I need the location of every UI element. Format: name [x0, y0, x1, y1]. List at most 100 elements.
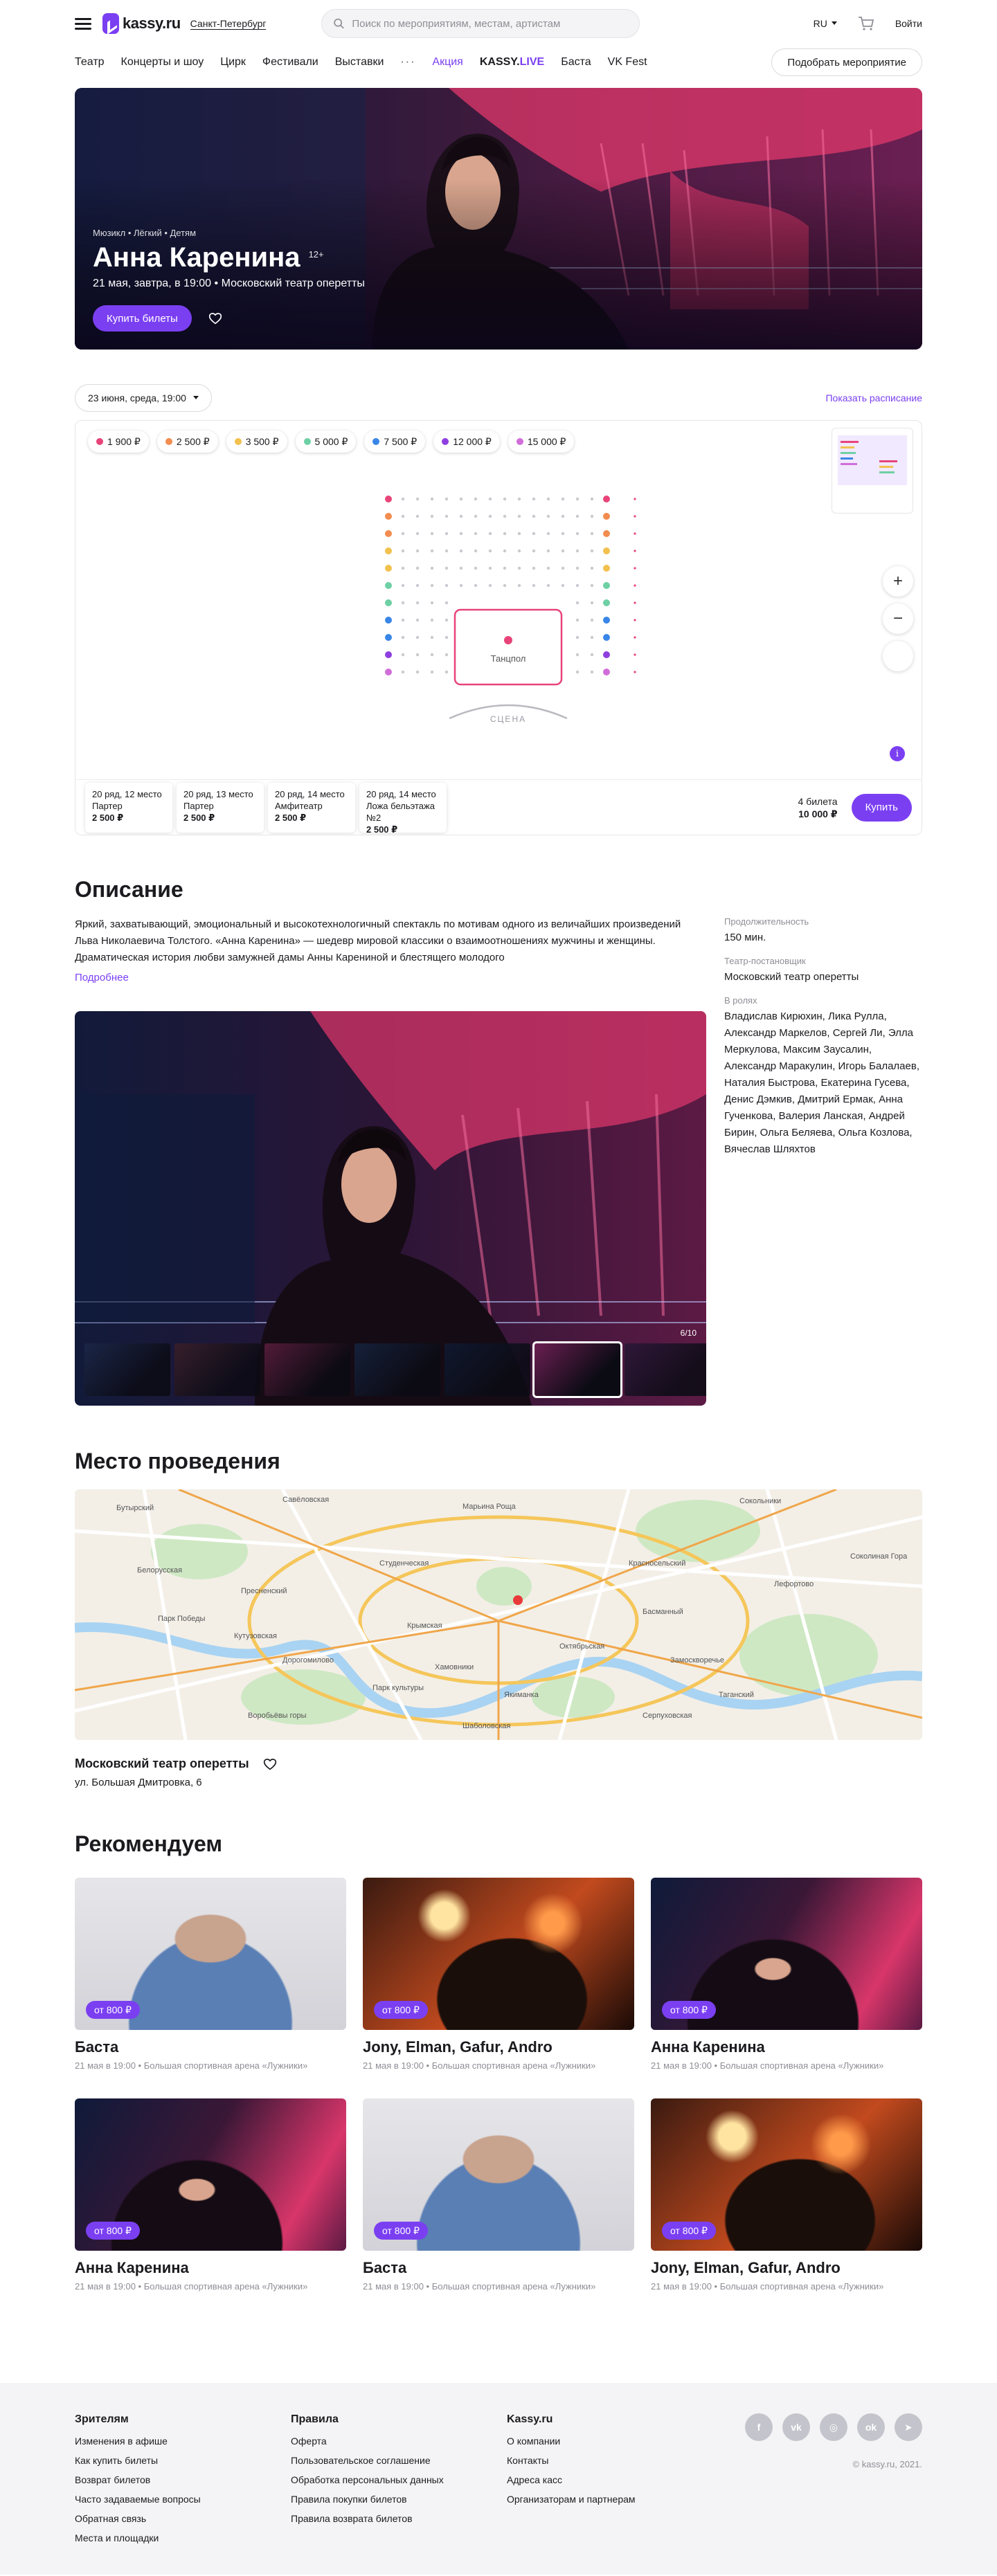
seat[interactable] — [546, 549, 550, 553]
telegram-icon[interactable]: ➤ — [895, 2413, 922, 2441]
nav-item-kassy-live[interactable]: KASSY.LIVE — [480, 56, 544, 69]
vk-icon[interactable]: vk — [782, 2413, 810, 2441]
seat[interactable] — [503, 532, 507, 536]
seat[interactable] — [430, 583, 434, 588]
seat[interactable] — [430, 635, 434, 640]
cart-icon[interactable] — [858, 16, 874, 31]
footer-link[interactable]: Адреса касс — [507, 2474, 723, 2485]
seat[interactable] — [488, 566, 492, 570]
seat[interactable] — [474, 532, 478, 536]
seat[interactable] — [603, 651, 610, 658]
seat[interactable] — [575, 653, 580, 657]
venue-map[interactable]: Бутырский Савёловская Марьина Роща Сокольни… — [75, 1489, 922, 1740]
seat[interactable] — [415, 618, 420, 622]
seat[interactable] — [590, 514, 594, 518]
seat[interactable] — [415, 497, 420, 501]
seat[interactable] — [385, 530, 392, 537]
seat[interactable] — [575, 583, 580, 588]
seat[interactable] — [603, 530, 610, 537]
event-card-title[interactable]: Jony, Elman, Gafur, Andro — [651, 2259, 922, 2277]
seat[interactable] — [503, 549, 507, 553]
seat[interactable] — [503, 583, 507, 588]
seat[interactable] — [444, 635, 449, 640]
pick-event-button[interactable]: Подобрать мероприятие — [771, 48, 922, 76]
seat[interactable] — [415, 566, 420, 570]
seat[interactable] — [444, 566, 449, 570]
seat[interactable] — [546, 497, 550, 501]
seat[interactable] — [459, 583, 463, 588]
seat[interactable] — [444, 549, 449, 553]
seat[interactable] — [517, 566, 521, 570]
seat[interactable] — [532, 532, 536, 536]
seat[interactable] — [385, 547, 392, 554]
seat[interactable] — [444, 653, 449, 657]
heart-icon[interactable] — [208, 312, 222, 325]
event-card-title[interactable]: Анна Каренина — [651, 2038, 922, 2056]
event-card[interactable]: от 800 ₽ Анна Каренина 21 мая в 19:00 • Бо… — [651, 1878, 922, 2071]
seat[interactable] — [459, 497, 463, 501]
seat[interactable] — [517, 583, 521, 588]
login-link[interactable]: Войти — [895, 18, 922, 29]
event-card-image[interactable]: от 800 ₽ — [363, 1878, 634, 2030]
event-card[interactable]: от 800 ₽ Анна Каренина 21 мая в 19:00 • Бо… — [75, 2098, 346, 2292]
seat[interactable] — [385, 651, 392, 658]
photo-gallery[interactable]: 6/10 — [75, 1011, 706, 1406]
seat[interactable] — [561, 549, 565, 553]
search-input[interactable] — [352, 17, 629, 30]
seat[interactable] — [503, 514, 507, 518]
seat[interactable] — [385, 513, 392, 520]
seat[interactable] — [532, 514, 536, 518]
seat[interactable] — [415, 601, 420, 605]
seat[interactable] — [532, 549, 536, 553]
gallery-thumbnail[interactable] — [354, 1343, 440, 1396]
seat[interactable] — [517, 514, 521, 518]
seat[interactable] — [401, 635, 405, 640]
seat[interactable] — [546, 514, 550, 518]
seat[interactable] — [415, 514, 420, 518]
seat[interactable] — [590, 497, 594, 501]
seat[interactable] — [590, 601, 594, 605]
seat[interactable] — [561, 566, 565, 570]
nav-item-promo[interactable]: Акция — [432, 56, 462, 69]
seat[interactable] — [385, 599, 392, 606]
event-card-image[interactable]: от 800 ₽ — [75, 2098, 346, 2251]
seat[interactable] — [430, 532, 434, 536]
nav-item-theatre[interactable]: Театр — [75, 56, 105, 69]
seat[interactable] — [603, 599, 610, 606]
seat[interactable] — [474, 514, 478, 518]
nav-item-festivals[interactable]: Фестивали — [262, 56, 318, 69]
seat[interactable] — [385, 565, 392, 572]
seat[interactable] — [444, 514, 449, 518]
seat[interactable] — [517, 497, 521, 501]
gallery-thumbnail[interactable] — [264, 1343, 350, 1396]
odnoklassniki-icon[interactable]: ok — [857, 2413, 885, 2441]
seat[interactable] — [575, 549, 580, 553]
seat[interactable] — [459, 566, 463, 570]
seat[interactable] — [590, 670, 594, 674]
footer-link[interactable]: О компании — [507, 2436, 723, 2447]
nav-item-circus[interactable]: Цирк — [220, 56, 246, 69]
search-box[interactable] — [321, 9, 640, 38]
seat[interactable] — [561, 532, 565, 536]
seat[interactable] — [385, 634, 392, 641]
venue-name[interactable]: Московский театр оперетты — [75, 1757, 249, 1771]
seat[interactable] — [444, 670, 449, 674]
nav-item-vkfest[interactable]: VK Fest — [608, 56, 647, 69]
selected-ticket[interactable]: 20 ряд, 14 место Амфитеатр 2 500 ₽ — [268, 783, 355, 833]
facebook-icon[interactable]: f — [745, 2413, 773, 2441]
info-icon[interactable]: i — [890, 746, 905, 761]
dance-floor-zone[interactable] — [453, 608, 563, 686]
seat[interactable] — [385, 669, 392, 675]
seat[interactable] — [575, 601, 580, 605]
seat[interactable] — [546, 583, 550, 588]
seat-grid[interactable]: Танцпол СЦЕНА — [75, 421, 922, 835]
seat[interactable] — [590, 653, 594, 657]
seat[interactable] — [603, 565, 610, 572]
event-card-image[interactable]: от 800 ₽ — [363, 2098, 634, 2251]
seat[interactable] — [401, 601, 405, 605]
seat[interactable] — [401, 497, 405, 501]
footer-link[interactable]: Обработка персональных данных — [291, 2474, 507, 2485]
seat[interactable] — [561, 497, 565, 501]
seat[interactable] — [474, 549, 478, 553]
instagram-icon[interactable]: ◎ — [820, 2413, 847, 2441]
